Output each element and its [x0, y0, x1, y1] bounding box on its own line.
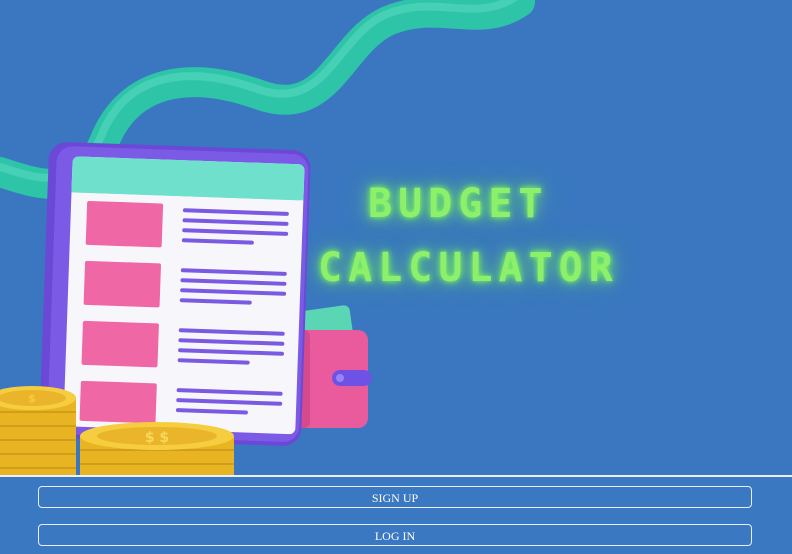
- svg-text:$: $: [28, 392, 36, 405]
- page-title-line2: CALCULATOR: [318, 245, 619, 291]
- document-illustration: [39, 142, 311, 446]
- svg-text:$ $: $ $: [145, 430, 169, 446]
- hero-illustration: $ $ $: [0, 0, 535, 476]
- page-title-line1: BUDGET: [368, 181, 549, 227]
- log-in-button[interactable]: LOG IN: [38, 524, 752, 546]
- sign-up-button[interactable]: SIGN UP: [38, 486, 752, 508]
- auth-panel: SIGN UP LOG IN: [0, 477, 792, 554]
- wallet-icon: [296, 305, 372, 428]
- hero-banner: $ $ $ BUDGET CALCULATOR: [0, 0, 792, 476]
